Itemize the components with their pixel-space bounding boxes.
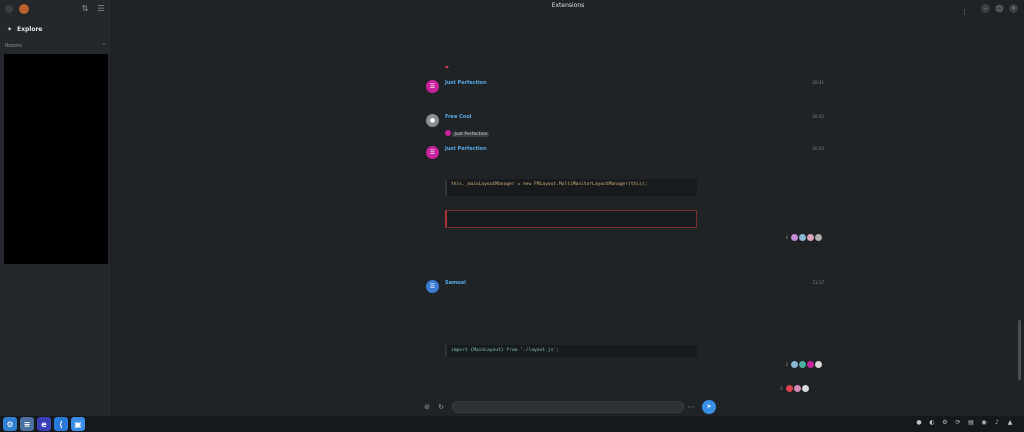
system-tray: ● ◐ ⚙ ⟳ ▤ ◉ ♪ ▲ [915,419,1014,427]
message-just-perfection-2: ☰ Just Perfection 20:43 this._mainLayout… [426,146,826,246]
menu-icon[interactable]: ☰ [96,4,106,14]
message-input[interactable] [452,401,684,413]
taskbar: ⚙ ≡ e ⟨ ▣ ● ◐ ⚙ ⟳ ▤ ◉ ♪ ▲ [0,416,1024,432]
reactions: 4 [785,234,822,241]
reactor-avatar[interactable] [791,361,798,368]
sender-name[interactable]: Just Perfection [445,80,487,86]
avatar[interactable]: ☰ [426,280,439,293]
reactor-avatar[interactable] [799,234,806,241]
reactor-avatar[interactable] [807,361,814,368]
compass-icon: ✦ [7,25,13,33]
mention-avatar [445,130,451,136]
reaction-count: 3 [785,362,788,367]
reactions: 3 [780,385,1020,392]
taskbar-app-active[interactable]: ▣ [71,417,85,431]
message-time: 20:43 [812,146,824,151]
taskbar-app-editor[interactable]: ⟨ [54,417,68,431]
taskbar-app-chat[interactable]: e [37,417,51,431]
message-time: 20:42 [812,114,824,119]
sender-name[interactable]: Just Perfection [445,146,487,152]
message-previous: ❤ [426,18,826,78]
tray-icon[interactable]: ♪ [993,419,1001,427]
chat-timeline: ❤ ☰ Just Perfection 20:41 ● Free Cool 20… [112,18,1024,398]
taskbar-app-launcher[interactable]: ⚙ [3,417,17,431]
sender-name[interactable]: Free Cool [445,114,471,120]
message-line: ❤ [445,66,449,71]
send-button[interactable]: ➤ [702,400,716,414]
code-block[interactable]: this._mainLayoutManager = new FMLayout.M… [445,179,697,196]
reactions: 3 [785,361,822,368]
reactor-avatar[interactable] [799,361,806,368]
reactor-avatar[interactable] [815,234,822,241]
tray-icon[interactable]: ◉ [980,419,988,427]
reaction-count: 3 [780,386,783,391]
message-composer: ⊘ ↻ ⋯ ➤ [420,400,720,414]
titlebar: Extensions ⋮ – □ × [112,0,1024,18]
minimize-icon[interactable]: – [981,4,990,13]
timeline-scrollbar[interactable] [1018,320,1021,380]
message-free-cool: ● Free Cool 20:42 Just Perfection [426,114,826,142]
reactor-avatar[interactable] [801,385,809,392]
message-just-perfection-1: ☰ Just Perfection 20:41 [426,80,826,110]
code-block[interactable]: import {MainLayout} from './layout.js'; [445,345,697,357]
sender-name[interactable]: Samuel [445,280,466,286]
taskbar-app-files[interactable]: ≡ [20,417,34,431]
avatar[interactable]: ☰ [426,146,439,159]
reactor-avatar[interactable] [791,234,798,241]
attach-icon[interactable]: ⊘ [422,402,432,412]
more-icon[interactable]: ⋯ [686,402,696,412]
avatar[interactable]: ● [426,114,439,127]
rooms-section-label: Rooms [5,43,22,49]
room-list-panel [4,54,108,264]
avatar[interactable]: ☰ [426,80,439,93]
mention-pill[interactable]: Just Perfection [452,131,490,137]
heart-icon: ❤ [445,66,449,71]
tray-icon[interactable]: ⚙ [941,419,949,427]
home-icon[interactable] [5,5,13,13]
message-samuel: ☰ Samuel 11:17 import {MainLayout} from … [426,280,826,390]
tray-icon[interactable]: ● [915,419,923,427]
user-avatar[interactable] [19,4,29,14]
explore-label: Explore [17,25,43,33]
filter-icon[interactable]: ⇅ [80,4,90,14]
tray-icon[interactable]: ◐ [928,419,936,427]
reactor-avatar[interactable] [785,385,793,392]
reactor-avatar[interactable] [793,385,801,392]
chevron-up-icon[interactable]: ^ [102,43,106,49]
code-block-error[interactable] [445,210,697,228]
message-reply: Just Perfection [445,130,490,137]
window-title: Extensions [551,2,585,9]
reactor-avatar[interactable] [807,234,814,241]
explore-button[interactable]: ✦ Explore [0,18,111,40]
sidebar-header: ⇅ ☰ [0,0,111,18]
sidebar: ⇅ ☰ ✦ Explore Rooms ^ [0,0,112,416]
reaction-count: 4 [785,235,788,240]
message-time: 20:41 [812,80,824,85]
tray-icon[interactable]: ▤ [967,419,975,427]
maximize-icon[interactable]: □ [995,4,1004,13]
tray-icon[interactable]: ⟳ [954,419,962,427]
message-time: 11:17 [812,280,824,285]
refresh-icon[interactable]: ↻ [436,402,446,412]
reactor-avatar[interactable] [815,361,822,368]
close-icon[interactable]: × [1009,4,1018,13]
rooms-section-header[interactable]: Rooms ^ [0,40,111,52]
more-options-icon[interactable]: ⋮ [961,8,968,16]
tray-icon[interactable]: ▲ [1006,419,1014,427]
